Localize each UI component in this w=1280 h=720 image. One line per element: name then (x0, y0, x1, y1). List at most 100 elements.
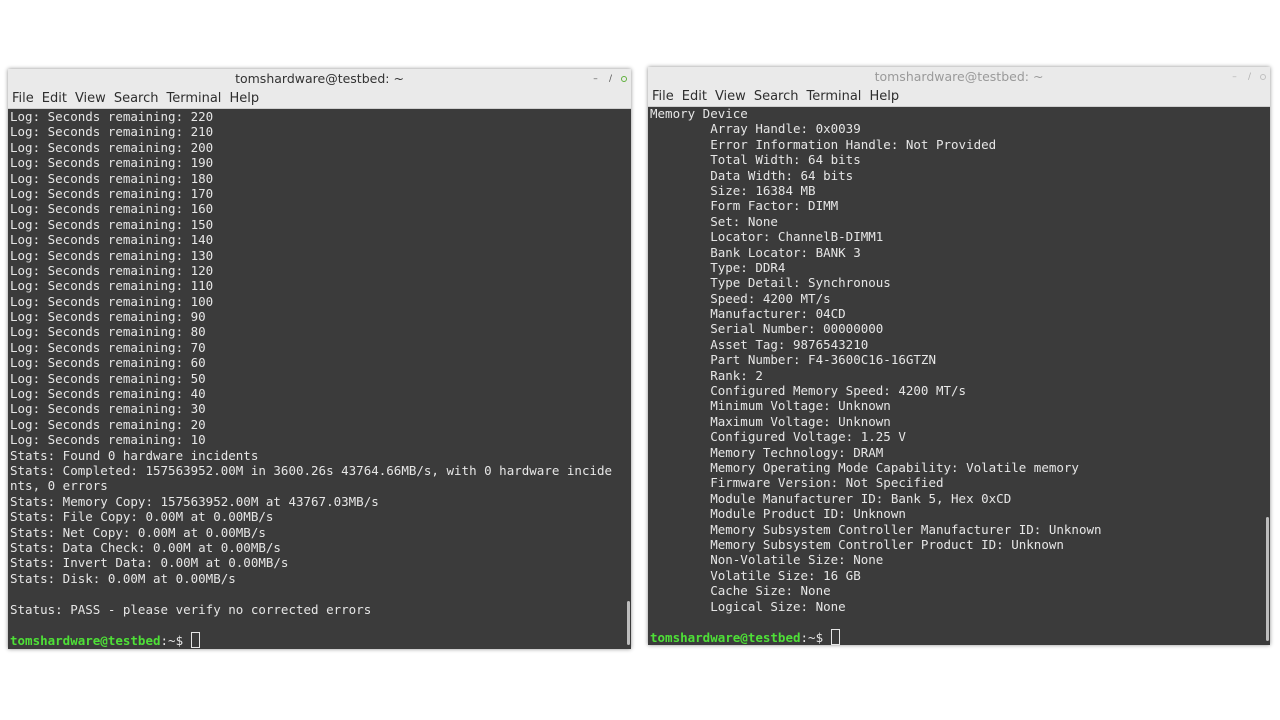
menu-file[interactable]: File (12, 91, 34, 106)
menu-search[interactable]: Search (754, 89, 799, 104)
terminal-output[interactable]: Memory Device Array Handle: 0x0039 Error… (648, 106, 1260, 645)
terminal-line: Log: Seconds remaining: 70 (10, 339, 206, 355)
terminal-line: Log: Seconds remaining: 190 (10, 155, 214, 171)
terminal-line: Memory Device (650, 106, 748, 121)
menu-bar: File Edit View Search Terminal Help (648, 87, 1270, 107)
terminal-line: Set: None (650, 213, 778, 229)
terminal-line: Log: Seconds remaining: 80 (10, 324, 206, 340)
terminal-line: Log: Seconds remaining: 30 (10, 401, 206, 417)
menu-help[interactable]: Help (229, 91, 259, 106)
close-icon[interactable] (621, 76, 627, 82)
terminal-line: Log: Seconds remaining: 100 (10, 293, 214, 309)
terminal-line: Data Width: 64 bits (650, 167, 854, 183)
restore-icon[interactable]: ∕ (606, 74, 615, 84)
prompt-user: tomshardware@testbed (650, 630, 801, 645)
terminal-line: Log: Seconds remaining: 40 (10, 386, 206, 402)
terminal-line: Log: Seconds remaining: 50 (10, 370, 206, 386)
shell-prompt[interactable]: tomshardware@testbed:~$ (650, 629, 1258, 645)
menu-help[interactable]: Help (869, 89, 899, 104)
terminal-line: Maximum Voltage: Unknown (650, 413, 891, 429)
terminal-line: Stats: Data Check: 0.00M at 0.00MB/s (10, 539, 281, 555)
menu-view[interactable]: View (715, 89, 746, 104)
menu-terminal[interactable]: Terminal (806, 89, 861, 104)
minimize-icon[interactable]: – (591, 74, 600, 84)
terminal-line: Non-Volatile Size: None (650, 552, 884, 568)
restore-icon[interactable]: ∕ (1245, 72, 1254, 82)
terminal-line: Asset Tag: 9876543210 (650, 336, 869, 352)
terminal-line: Volatile Size: 16 GB (650, 567, 861, 583)
terminal-line: Type: DDR4 (650, 259, 786, 275)
terminal-line: Log: Seconds remaining: 10 (10, 432, 206, 448)
terminal-line: Stats: Invert Data: 0.00M at 0.00MB/s (10, 555, 289, 571)
terminal-line: Memory Operating Mode Capability: Volati… (650, 459, 1079, 475)
menu-edit[interactable]: Edit (42, 91, 67, 106)
window-title: tomshardware@testbed: ~ (235, 71, 404, 86)
terminal-line: Total Width: 64 bits (650, 152, 861, 168)
terminal-line: Memory Technology: DRAM (650, 444, 884, 460)
scrollbar-thumb[interactable] (1266, 517, 1269, 641)
menu-file[interactable]: File (652, 89, 674, 104)
text-cursor (190, 632, 200, 649)
shell-prompt[interactable]: tomshardware@testbed:~$ (10, 632, 619, 649)
terminal-line: Array Handle: 0x0039 (650, 121, 861, 137)
terminal-line: Log: Seconds remaining: 60 (10, 355, 206, 371)
terminal-line: Status: PASS - please verify no correcte… (10, 601, 372, 617)
terminal-line: Log: Seconds remaining: 20 (10, 416, 206, 432)
terminal-line: Configured Memory Speed: 4200 MT/s (650, 383, 967, 399)
terminal-line: Log: Seconds remaining: 150 (10, 216, 214, 232)
terminal-line: Form Factor: DIMM (650, 198, 839, 214)
terminal-line: Rank: 2 (650, 367, 763, 383)
terminal-line: Cache Size: None (650, 583, 831, 599)
terminal-line: Stats: Disk: 0.00M at 0.00MB/s (10, 570, 236, 586)
terminal-line: Log: Seconds remaining: 210 (10, 124, 214, 140)
close-icon[interactable] (1260, 74, 1266, 80)
terminal-line: Module Product ID: Unknown (650, 506, 906, 522)
terminal-line: Logical Size: None (650, 598, 846, 614)
terminal-line: Stats: File Copy: 0.00M at 0.00MB/s (10, 509, 274, 525)
terminal-line: Serial Number: 00000000 (650, 321, 884, 337)
menu-search[interactable]: Search (114, 91, 159, 106)
terminal-line: Log: Seconds remaining: 140 (10, 232, 214, 248)
terminal-line: Stats: Memory Copy: 157563952.00M at 437… (10, 493, 379, 509)
terminal-window-right[interactable]: tomshardware@testbed: ~ – ∕ File Edit Vi… (648, 67, 1270, 645)
terminal-line: Locator: ChannelB-DIMM1 (650, 229, 884, 245)
window-titlebar[interactable]: tomshardware@testbed: ~ – ∕ (648, 67, 1270, 87)
terminal-line: Bank Locator: BANK 3 (650, 244, 861, 260)
text-cursor (830, 629, 840, 645)
minimize-icon[interactable]: – (1230, 72, 1239, 82)
terminal-line: Minimum Voltage: Unknown (650, 398, 891, 414)
menu-view[interactable]: View (75, 91, 106, 106)
terminal-line: Error Information Handle: Not Provided (650, 136, 997, 152)
window-titlebar[interactable]: tomshardware@testbed: ~ – ∕ (8, 69, 631, 89)
terminal-line: Stats: Net Copy: 0.00M at 0.00MB/s (10, 524, 266, 540)
terminal-line: Memory Subsystem Controller Product ID: … (650, 536, 1064, 552)
terminal-line: Module Manufacturer ID: Bank 5, Hex 0xCD (650, 490, 1012, 506)
terminal-line: Stats: Completed: 157563952.00M in 3600.… (10, 462, 613, 478)
prompt-path: :~$ (800, 630, 831, 645)
terminal-line: Size: 16384 MB (650, 182, 816, 198)
terminal-line: Log: Seconds remaining: 200 (10, 139, 214, 155)
terminal-line: Manufacturer: 04CD (650, 306, 846, 322)
terminal-line: Firmware Version: Not Specified (650, 475, 944, 491)
terminal-line: Log: Seconds remaining: 180 (10, 170, 214, 186)
terminal-output[interactable]: Log: Seconds remaining: 220 Log: Seconds … (8, 109, 621, 649)
terminal-line: nts, 0 errors (10, 478, 108, 494)
scrollbar-thumb[interactable] (627, 601, 630, 645)
terminal-line: Log: Seconds remaining: 170 (10, 185, 214, 201)
terminal-line: Log: Seconds remaining: 160 (10, 201, 214, 217)
terminal-line: Log: Seconds remaining: 220 (10, 109, 214, 124)
terminal-line: Log: Seconds remaining: 120 (10, 262, 214, 278)
terminal-line: Log: Seconds remaining: 130 (10, 247, 214, 263)
terminal-line: Type Detail: Synchronous (650, 275, 891, 291)
menu-edit[interactable]: Edit (682, 89, 707, 104)
terminal-window-left[interactable]: tomshardware@testbed: ~ – ∕ File Edit Vi… (8, 69, 631, 649)
terminal-line: Configured Voltage: 1.25 V (650, 429, 906, 445)
terminal-line: Memory Subsystem Controller Manufacturer… (650, 521, 1102, 537)
terminal-line: Part Number: F4-3600C16-16GTZN (650, 352, 936, 368)
menu-terminal[interactable]: Terminal (166, 91, 221, 106)
terminal-line: Speed: 4200 MT/s (650, 290, 831, 306)
terminal-line: Stats: Found 0 hardware incidents (10, 447, 259, 463)
terminal-line: Log: Seconds remaining: 110 (10, 278, 214, 294)
